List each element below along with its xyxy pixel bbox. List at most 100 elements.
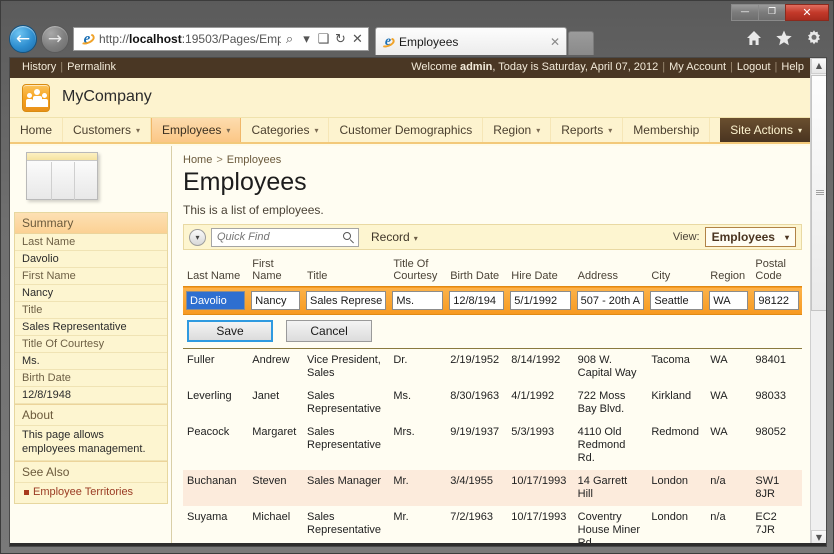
new-tab-button[interactable] — [568, 31, 594, 55]
address-field[interactable] — [576, 291, 645, 310]
nav-label-region: Region — [493, 123, 532, 137]
last-name-field[interactable] — [186, 291, 246, 310]
username: admin — [459, 61, 493, 73]
page-title: Employees — [183, 168, 307, 196]
help-link[interactable]: Help — [781, 61, 804, 73]
home-icon[interactable] — [745, 29, 763, 47]
utility-separator: | — [60, 61, 64, 73]
cell-city: Redmond — [651, 425, 700, 438]
company-logo-icon[interactable] — [22, 84, 50, 112]
main-navigation: Home Customers ▾ Employees ▾ Categories … — [10, 118, 812, 144]
edit-cell-postal-code — [751, 287, 802, 315]
table-row[interactable]: Fuller Andrew Vice President, Sales Dr. … — [183, 348, 802, 385]
address-bar[interactable]: e http://localhost:19503/Pages/Emp ⌕ ▾ ❑… — [73, 27, 369, 51]
region-field[interactable] — [709, 291, 749, 310]
cell-last-name[interactable]: Fuller — [183, 348, 248, 385]
maximize-button[interactable]: ❐ — [758, 4, 786, 21]
search-icon[interactable]: ⌕ — [281, 32, 298, 47]
nav-item-employees[interactable]: Employees ▾ — [151, 118, 242, 142]
stop-icon[interactable]: ✕ — [349, 32, 366, 47]
title-of-courtesy-field[interactable] — [392, 291, 444, 310]
table-row[interactable]: Buchanan Steven Sales Manager Mr. 3/4/19… — [183, 469, 802, 506]
cell-courtesy: Ms. — [393, 389, 412, 402]
sep-3: | — [774, 61, 778, 73]
logout-link[interactable]: Logout — [737, 61, 771, 73]
scroll-up-button[interactable]: ▲ — [811, 58, 826, 74]
forward-button[interactable]: → — [41, 25, 69, 53]
url-prefix: http:// — [99, 32, 130, 46]
nav-item-region[interactable]: Region ▾ — [483, 118, 552, 142]
birth-date-field[interactable] — [449, 291, 505, 310]
col-title-of-courtesy[interactable]: Title Of Courtesy — [389, 256, 446, 287]
col-address[interactable]: Address — [574, 256, 648, 287]
history-link[interactable]: History — [22, 61, 56, 73]
city-field[interactable] — [650, 291, 704, 310]
hire-date-field[interactable] — [510, 291, 571, 310]
summary-value-last-name: Davolio — [15, 251, 167, 268]
link-employee-territories[interactable]: Employee Territories — [22, 486, 160, 498]
cell-address: 4110 Old Redmond Rd. — [577, 425, 626, 464]
col-title[interactable]: Title — [303, 256, 389, 287]
page-scrollbar[interactable]: ▲ ▼ — [810, 58, 826, 546]
cell-last-name[interactable]: Peacock — [183, 421, 248, 470]
tab-employees[interactable]: e Employees ✕ — [375, 27, 567, 55]
col-postal-code[interactable]: Postal Code — [751, 256, 802, 287]
close-button[interactable]: ✕ — [785, 4, 829, 21]
sep-2: | — [730, 61, 733, 73]
summary-label-first-name: First Name — [15, 268, 167, 285]
brand-name: MyCompany — [62, 88, 152, 105]
cell-city: Kirkland — [651, 389, 692, 402]
cell-last-name[interactable]: Suyama — [183, 506, 248, 547]
table-row[interactable]: Suyama Michael Sales Representative Mr. … — [183, 506, 802, 547]
cell-first-name: Michael — [252, 510, 291, 523]
star-icon[interactable] — [775, 29, 793, 47]
quick-find-box[interactable] — [211, 227, 359, 247]
permalink-link[interactable]: Permalink — [67, 61, 116, 73]
expand-filter-button[interactable]: ▾ — [189, 228, 206, 246]
save-button[interactable]: Save — [187, 320, 273, 342]
col-first-name[interactable]: First Name — [248, 256, 303, 287]
breadcrumb: Home > Employees — [183, 154, 802, 166]
nav-item-reports[interactable]: Reports ▾ — [551, 118, 624, 142]
minimize-button[interactable]: — — [731, 4, 759, 21]
summary-panel: Summary Last Name Davolio First Name Nan… — [14, 212, 168, 504]
about-text: This page allows employees management. — [15, 426, 167, 461]
first-name-field[interactable] — [251, 291, 301, 310]
browser-window: — ❐ ✕ ← → e http://localhost:19503/Pages… — [0, 0, 834, 554]
breadcrumb-home[interactable]: Home — [183, 154, 212, 166]
nav-item-customers[interactable]: Customers ▾ — [63, 118, 152, 142]
col-last-name[interactable]: Last Name — [183, 256, 248, 287]
search-icon[interactable] — [342, 231, 355, 244]
nav-item-customer-demographics[interactable]: Customer Demographics — [329, 118, 484, 142]
col-region[interactable]: Region — [706, 256, 751, 287]
scrollbar-thumb[interactable] — [811, 75, 826, 311]
search-input[interactable] — [215, 230, 342, 244]
back-button[interactable]: ← — [9, 25, 37, 53]
col-city[interactable]: City — [647, 256, 706, 287]
nav-item-categories[interactable]: Categories ▾ — [241, 118, 330, 142]
my-account-link[interactable]: My Account — [669, 61, 726, 73]
site-actions-menu[interactable]: Site Actions ▾ — [720, 118, 812, 142]
tab-close-icon[interactable]: ✕ — [548, 35, 562, 49]
postal-code-field[interactable] — [754, 291, 799, 310]
gear-icon[interactable] — [805, 29, 823, 47]
cell-last-name[interactable]: Leverling — [183, 385, 248, 421]
cell-hire-date: 4/1/1992 — [511, 389, 555, 402]
table-row[interactable]: Leverling Janet Sales Representative Ms.… — [183, 385, 802, 421]
cell-postal-code: 98052 — [755, 425, 786, 438]
refresh-icon[interactable]: ↻ — [332, 32, 349, 47]
record-menu[interactable]: Record ▾ — [371, 230, 418, 244]
col-hire-date[interactable]: Hire Date — [507, 256, 573, 287]
title-field[interactable] — [306, 291, 387, 310]
table-row[interactable]: Peacock Margaret Sales Representative Mr… — [183, 421, 802, 470]
summary-label-birth-date: Birth Date — [15, 370, 167, 387]
compatibility-view-icon[interactable]: ❑ — [315, 32, 332, 47]
sidebar: Summary Last Name Davolio First Name Nan… — [10, 146, 172, 546]
view-select[interactable]: Employees ▾ — [704, 227, 796, 247]
cell-last-name[interactable]: Buchanan — [183, 469, 249, 506]
nav-item-home[interactable]: Home — [10, 118, 64, 142]
cancel-button[interactable]: Cancel — [286, 320, 373, 342]
nav-item-membership[interactable]: Membership — [623, 118, 711, 142]
col-birth-date[interactable]: Birth Date — [446, 256, 507, 287]
chevron-down-icon[interactable]: ▾ — [298, 32, 315, 47]
